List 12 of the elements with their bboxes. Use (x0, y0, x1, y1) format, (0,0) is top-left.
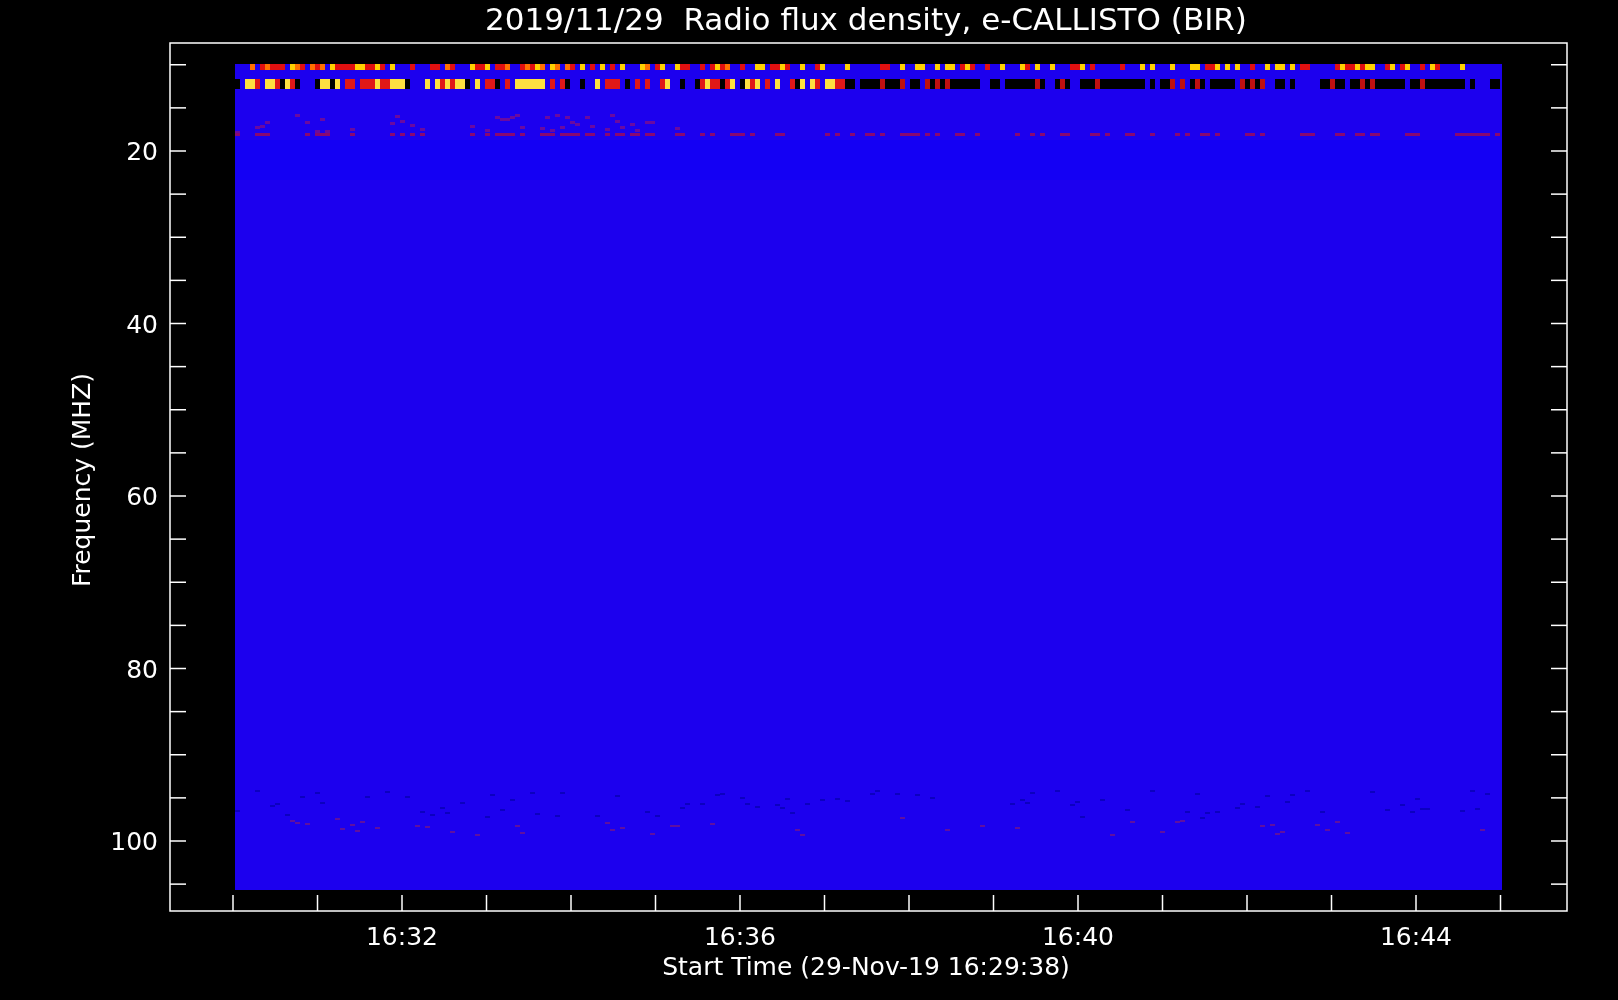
tick-label: 16:44 (1380, 922, 1452, 951)
axis-label: Start Time (29-Nov-19 16:29:38) (662, 952, 1070, 981)
tick-label: 16:36 (704, 922, 776, 951)
tick-label: 60 (126, 482, 158, 511)
tick-label: 100 (110, 827, 158, 856)
chart-title: 2019/11/29 Radio flux density, e-CALLISTO (BIR) (485, 1, 1247, 37)
tick-label: 16:40 (1042, 922, 1114, 951)
axis-label: Frequency (MHZ) (67, 372, 96, 588)
tick-label: 40 (126, 309, 158, 339)
tick-label: 20 (126, 137, 158, 166)
tick-label: 16:32 (366, 922, 438, 951)
tick-label: 80 (126, 654, 158, 684)
